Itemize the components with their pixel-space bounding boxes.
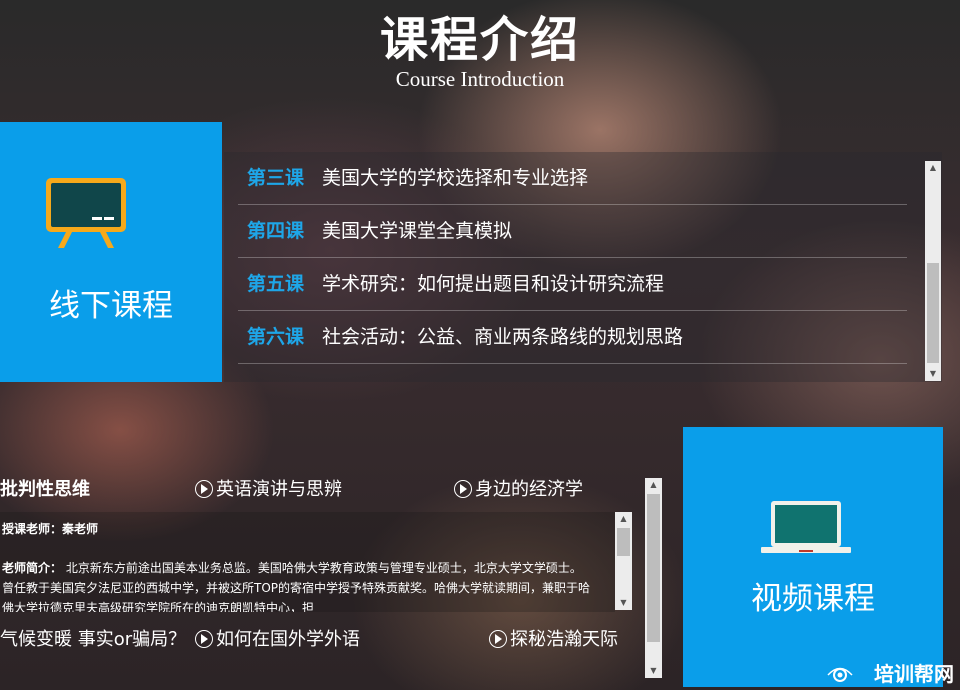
play-icon	[195, 630, 213, 648]
lesson-number: 第四课	[247, 220, 305, 242]
video-course-label: 视频课程	[751, 581, 875, 617]
play-icon	[489, 630, 507, 648]
section-header: 课程介绍 Course Introduction	[0, 12, 960, 90]
scroll-up-icon[interactable]: ▲	[925, 161, 941, 175]
play-icon	[195, 480, 213, 498]
scroll-up-icon[interactable]: ▲	[615, 512, 632, 526]
scroll-up-icon[interactable]: ▲	[645, 478, 662, 492]
eye-logo-icon	[827, 667, 853, 682]
chalkboard-icon	[46, 178, 126, 248]
teacher-detail-panel: 授课老师：秦老师 老师简介： 北京新东方前途出国美本业务总监。美国哈佛大学教育政…	[0, 512, 615, 612]
video-topic-label: 探秘浩瀚天际	[510, 629, 618, 650]
video-topic-item[interactable]: 身边的经济学	[454, 477, 583, 503]
video-topic-item[interactable]: 批判性思维	[0, 477, 90, 503]
offline-course-card[interactable]: 线下课程	[0, 122, 222, 382]
offline-course-label: 线下课程	[49, 288, 173, 324]
video-topic-item[interactable]: 英语演讲与思辨	[195, 477, 342, 503]
video-topic-item[interactable]: 探秘浩瀚天际	[489, 627, 618, 653]
video-topic-label: 英语演讲与思辨	[216, 479, 342, 500]
lesson-item[interactable]: 第六课 社会活动：公益、商业两条路线的规划思路	[238, 311, 907, 364]
video-topic-item[interactable]: 气候变暖 事实or骗局？	[0, 627, 186, 653]
watermark-logo: 培训帮网	[822, 659, 960, 690]
teacher-intro: 老师简介： 北京新东方前途出国美本业务总监。美国哈佛大学教育政策与管理专业硕士，…	[2, 558, 592, 612]
scroll-down-icon[interactable]: ▼	[615, 596, 632, 610]
video-topic-label: 如何在国外学外语	[216, 629, 360, 650]
page-title: 课程介绍	[379, 12, 580, 68]
lesson-item[interactable]: 第三课 美国大学的学校选择和专业选择	[238, 152, 907, 205]
lesson-title: 学术研究：如何提出题目和设计研究流程	[322, 273, 665, 295]
page-subtitle: Course Introduction	[395, 67, 565, 91]
teacher-intro-text: 北京新东方前途出国美本业务总监。美国哈佛大学教育政策与管理专业硕士，北京大学文学…	[2, 561, 591, 612]
lesson-number: 第六课	[247, 326, 305, 348]
lesson-item[interactable]: 第四课 美国大学课堂全真模拟	[238, 205, 907, 258]
lesson-number: 第三课	[247, 167, 305, 189]
lesson-number: 第五课	[247, 273, 305, 295]
lesson-title: 社会活动：公益、商业两条路线的规划思路	[322, 326, 684, 348]
scrollbar-thumb[interactable]	[927, 263, 939, 363]
teacher-name: 授课老师：秦老师	[2, 522, 99, 536]
lesson-item[interactable]: 第五课 学术研究：如何提出题目和设计研究流程	[238, 258, 907, 311]
scrollbar-thumb[interactable]	[617, 528, 630, 556]
scrollbar-thumb[interactable]	[647, 494, 660, 642]
teacher-intro-label: 老师简介：	[2, 561, 63, 575]
scroll-down-icon[interactable]: ▼	[645, 664, 662, 678]
scroll-down-icon[interactable]: ▼	[925, 367, 941, 381]
detail-scrollbar[interactable]: ▲ ▼	[615, 512, 632, 610]
video-list-scrollbar[interactable]: ▲ ▼	[645, 478, 662, 678]
video-course-card[interactable]: 视频课程	[683, 427, 943, 687]
lesson-list: 第三课 美国大学的学校选择和专业选择 第四课 美国大学课堂全真模拟 第五课 学术研究：…	[224, 152, 942, 382]
lesson-title: 美国大学课堂全真模拟	[322, 220, 513, 242]
play-icon	[454, 480, 472, 498]
video-topic-item[interactable]: 如何在国外学外语	[195, 627, 360, 653]
lesson-scrollbar[interactable]: ▲ ▼	[925, 161, 941, 381]
laptop-icon	[761, 501, 851, 553]
watermark-text: 培训帮网	[874, 662, 954, 686]
lesson-title: 美国大学的学校选择和专业选择	[322, 167, 589, 189]
video-topic-label: 身边的经济学	[475, 479, 583, 500]
